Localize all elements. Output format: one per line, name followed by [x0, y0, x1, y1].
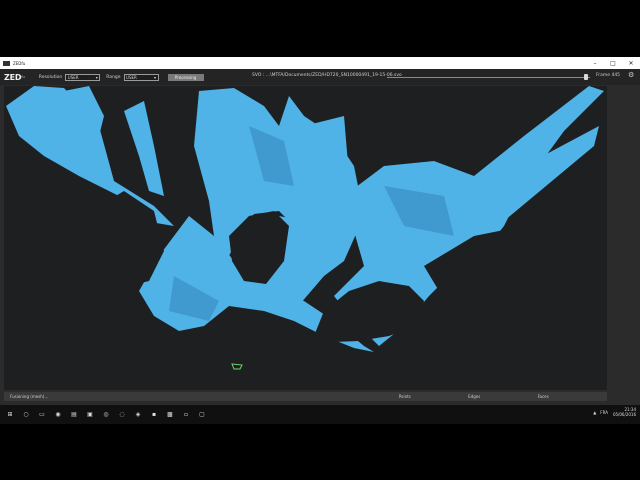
range-value: USER — [126, 74, 137, 80]
task-view-icon[interactable]: ▭ — [36, 409, 48, 421]
app-window: ZEDfu – □ ✕ ZED fu Resolution USER ▾ Ran… — [0, 57, 640, 405]
language-indicator[interactable]: FRA — [600, 410, 608, 415]
search-icon[interactable]: ○ — [20, 409, 32, 421]
title-bar[interactable]: ZEDfu – □ ✕ — [0, 57, 640, 69]
clock[interactable]: 21:34 05/06/2016 — [613, 407, 636, 417]
toolbar: ZED fu Resolution USER ▾ Range USER ▾ Pr… — [0, 69, 640, 85]
gear-icon[interactable]: ⚙ — [628, 71, 634, 79]
points-count: Points — [398, 394, 411, 399]
window-controls: – □ ✕ — [586, 57, 640, 69]
status-message: Fusioning (mesh)... — [10, 394, 49, 399]
windows-taskbar: ⊞ ○ ▭ ◉ ▤ ▣ ◎ ◌ ◈ ▪ ▩ ▫ ▢ ▲ FRA 21:34 05… — [0, 405, 640, 424]
date: 05/06/2016 — [612, 412, 636, 417]
resolution-value: USER — [67, 74, 79, 80]
zed-logo-sub: fu — [21, 75, 25, 79]
screen: ZEDfu – □ ✕ ZED fu Resolution USER ▾ Ran… — [0, 0, 640, 480]
store-icon[interactable]: ▣ — [84, 409, 96, 421]
windows-icon[interactable]: ⊞ — [4, 409, 16, 421]
resolution-label: Resolution — [38, 74, 63, 80]
network-icon[interactable]: ▲ — [593, 410, 596, 415]
file-explorer-icon[interactable]: ▤ — [68, 409, 80, 421]
chevron-down-icon: ▾ — [95, 74, 98, 80]
playback-slider-handle[interactable] — [583, 74, 588, 80]
range-label: Range — [106, 74, 121, 80]
frame-counter: Frame 445 — [596, 73, 621, 78]
range-select[interactable]: USER ▾ — [123, 73, 159, 81]
close-button[interactable]: ✕ — [622, 57, 640, 69]
app-icon[interactable]: ◌ — [116, 409, 128, 421]
zed-app-icon[interactable]: ▩ — [164, 409, 176, 421]
chevron-down-icon: ▾ — [154, 74, 157, 80]
processing-button[interactable]: Processing — [167, 73, 204, 81]
app-icon-3[interactable]: ▪ — [148, 409, 160, 421]
3d-viewport[interactable] — [4, 86, 607, 390]
minimize-button[interactable]: – — [586, 57, 604, 69]
chrome-icon[interactable]: ◉ — [52, 409, 64, 421]
zed-logo: ZED — [4, 72, 22, 82]
resolution-select[interactable]: USER ▾ — [65, 73, 101, 81]
maximize-button[interactable]: □ — [604, 57, 622, 69]
svo-path: SVO : ...\MTFA/Documents/ZED/HD720_SN100… — [252, 73, 402, 78]
steam-icon[interactable]: ◎ — [100, 409, 112, 421]
edges-count: Edges — [468, 394, 481, 399]
status-bar: Fusioning (mesh)... Points Edges Faces — [4, 392, 607, 401]
app-icon-2[interactable]: ◈ — [132, 409, 144, 421]
window-title: ZEDfu — [13, 60, 26, 66]
app-icon — [3, 60, 10, 66]
app-icon-4[interactable]: ▫ — [180, 409, 192, 421]
faces-count: Faces — [537, 394, 549, 399]
app-icon-5[interactable]: ▢ — [196, 409, 208, 421]
system-tray: ▲ FRA 21:34 05/06/2016 — [593, 407, 636, 417]
mesh-render — [4, 86, 607, 390]
playback-slider[interactable] — [387, 76, 590, 78]
